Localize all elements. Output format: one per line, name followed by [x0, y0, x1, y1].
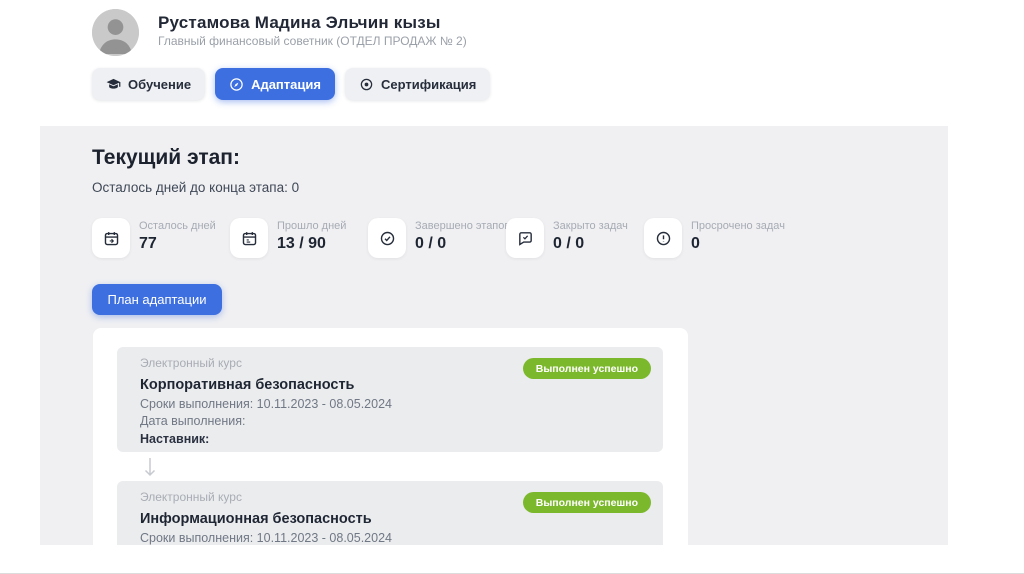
stat-value: 77	[139, 235, 216, 253]
tab-adaptation[interactable]: Адаптация	[215, 68, 335, 100]
tab-training[interactable]: Обучение	[92, 68, 205, 100]
course-card[interactable]: Электронный курс Информационная безопасн…	[117, 481, 663, 545]
course-mentor: Наставник:	[140, 432, 663, 446]
stat-label: Прошло дней	[277, 220, 346, 232]
check-circle-icon	[368, 218, 406, 258]
stat-value: 0 / 0	[415, 235, 510, 253]
adaptation-compass-icon	[229, 77, 244, 92]
course-title: Корпоративная безопасность	[140, 377, 663, 393]
stat-tasks-overdue: Просрочено задач 0	[644, 218, 782, 258]
stat-value: 0	[691, 235, 785, 253]
profile-name: Рустамова Мадина Эльчин кызы	[158, 13, 441, 33]
task-check-icon	[506, 218, 544, 258]
profile-tabs: Обучение Адаптация Сертификация	[92, 68, 490, 100]
person-silhouette-icon	[92, 9, 139, 56]
stat-label: Осталось дней	[139, 220, 216, 232]
tab-training-label: Обучение	[128, 77, 191, 92]
profile-job-title: Главный финансовый советник (ОТДЕЛ ПРОДА…	[158, 34, 467, 48]
course-deadline: Сроки выполнения: 10.11.2023 - 08.05.202…	[140, 532, 663, 545]
adaptation-plan-button[interactable]: План адаптации	[92, 284, 222, 315]
stat-days-passed: Прошло дней 13 / 90	[230, 218, 368, 258]
graduation-cap-icon	[106, 77, 121, 92]
avatar	[92, 9, 139, 56]
adaptation-panel: Текущий этап: Осталось дней до конца эта…	[40, 126, 948, 545]
certification-seal-icon	[359, 77, 374, 92]
tab-certification[interactable]: Сертификация	[345, 68, 490, 100]
calendar-sync-icon	[92, 218, 130, 258]
course-title: Информационная безопасность	[140, 511, 663, 527]
status-badge: Выполнен успешно	[523, 358, 651, 379]
calendar-icon	[230, 218, 268, 258]
course-completion-date: Дата выполнения:	[140, 415, 663, 429]
stats-row: Осталось дней 77 Прошло дней 13 / 90 Зав…	[92, 218, 782, 258]
course-card[interactable]: Электронный курс Корпоративная безопасно…	[117, 347, 663, 452]
stat-label: Просрочено задач	[691, 220, 785, 232]
stat-value: 0 / 0	[553, 235, 628, 253]
stage-title: Текущий этап:	[92, 146, 240, 170]
courses-list: Электронный курс Корпоративная безопасно…	[93, 328, 688, 545]
flow-down-arrow-icon	[143, 457, 688, 477]
course-deadline: Сроки выполнения: 10.11.2023 - 08.05.202…	[140, 398, 663, 412]
stat-days-remaining: Осталось дней 77	[92, 218, 230, 258]
stat-tasks-closed: Закрыто задач 0 / 0	[506, 218, 644, 258]
stat-stages-completed: Завершено этапов 0 / 0	[368, 218, 506, 258]
stage-days-left: Осталось дней до конца этапа: 0	[92, 180, 299, 195]
stat-label: Завершено этапов	[415, 220, 510, 232]
alert-circle-icon	[644, 218, 682, 258]
tab-certification-label: Сертификация	[381, 77, 476, 92]
status-badge: Выполнен успешно	[523, 492, 651, 513]
stat-label: Закрыто задач	[553, 220, 628, 232]
stat-value: 13 / 90	[277, 235, 346, 253]
tab-adaptation-label: Адаптация	[251, 77, 321, 92]
